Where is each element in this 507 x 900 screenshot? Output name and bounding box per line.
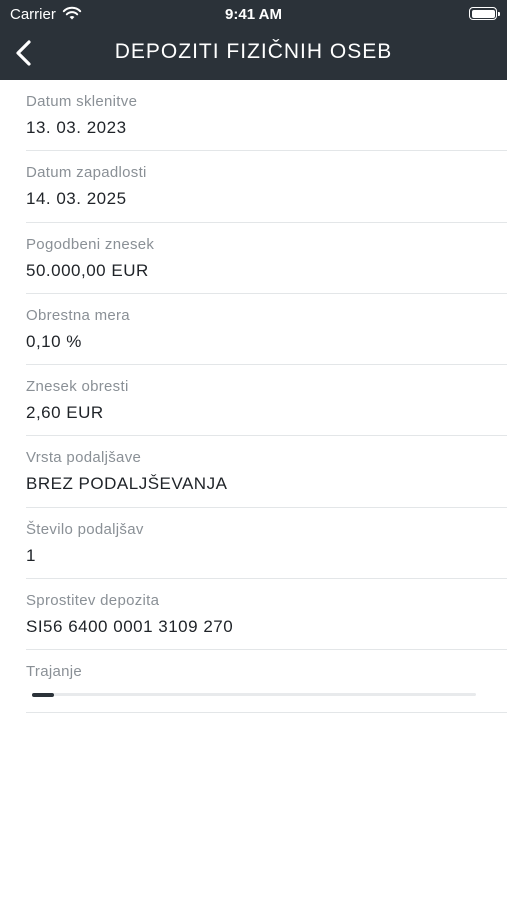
field-label: Vrsta podaljšave xyxy=(26,449,142,467)
list-item: Obrestna mera 0,10 % xyxy=(26,294,507,366)
list-item: Pogodbeni znesek 50.000,00 EUR xyxy=(26,223,507,294)
field-value: 14. 03. 2025 xyxy=(26,189,127,209)
duration-row: Trajanje xyxy=(26,650,507,714)
field-value: 2,60 EUR xyxy=(26,403,104,423)
page-title: DEPOZITI FIZIČNIH OSEB xyxy=(114,40,393,63)
clock: 9:41 AM xyxy=(225,6,282,23)
field-label: Sprostitev depozita xyxy=(26,592,160,610)
field-label: Število podaljšav xyxy=(26,520,144,538)
field-label: Znesek obresti xyxy=(26,378,129,396)
battery-icon xyxy=(469,7,500,20)
list-item: Datum sklenitve 13. 03. 2023 xyxy=(26,80,507,152)
field-value: 0,10 % xyxy=(26,331,82,351)
list-item: Datum zapadlosti 14. 03. 2025 xyxy=(26,151,507,223)
list-item: Znesek obresti 2,60 EUR xyxy=(26,365,507,437)
list-item: Število podaljšav 1 xyxy=(26,508,507,580)
field-label: Datum zapadlosti xyxy=(26,164,147,182)
field-label: Obrestna mera xyxy=(26,306,130,324)
field-value: BREZ PODALJŠEVANJA xyxy=(26,474,228,494)
field-value: 50.000,00 EUR xyxy=(26,260,149,280)
field-label: Datum sklenitve xyxy=(26,93,138,110)
field-value: 13. 03. 2023 xyxy=(26,118,127,137)
duration-progress-fill xyxy=(32,692,55,697)
list-item: Vrsta podaljšave BREZ PODALJŠEVANJA xyxy=(26,436,507,508)
field-value: SI56 6400 0001 3109 270 xyxy=(26,617,234,637)
field-value: 1 xyxy=(26,545,36,565)
nav-bar: Carrier 9:41 AM DEPOZITI FIZIČNIH OSEB xyxy=(0,0,507,80)
list-item: Sprostitev depozita SI56 6400 0001 3109 … xyxy=(26,579,507,651)
duration-progress-bar xyxy=(32,692,476,697)
field-label: Pogodbeni znesek xyxy=(26,235,155,253)
deposit-details-list: Datum sklenitve 13. 03. 2023 Datum zapad… xyxy=(0,80,507,714)
status-bar: Carrier 9:41 AM xyxy=(0,0,507,28)
duration-label: Trajanje xyxy=(26,663,83,681)
